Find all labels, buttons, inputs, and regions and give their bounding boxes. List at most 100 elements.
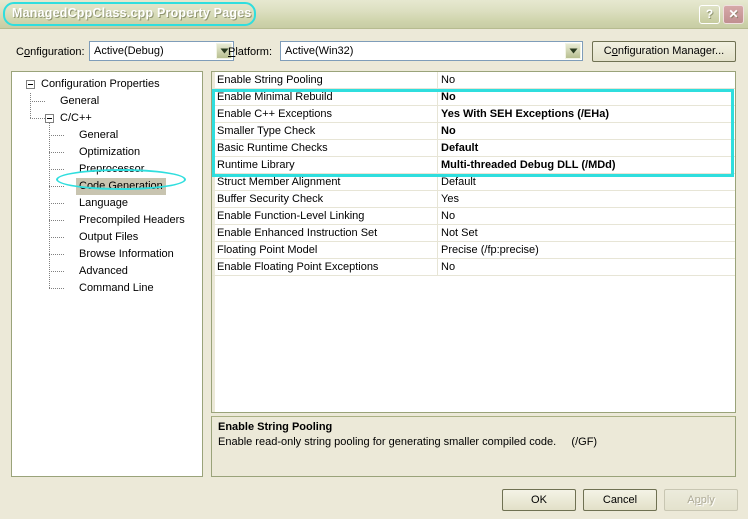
table-row[interactable]: Enable C++ Exceptions Yes With SEH Except… [212, 106, 735, 123]
table-row[interactable]: Enable Enhanced Instruction Set Not Set [212, 225, 735, 242]
table-row[interactable]: Basic Runtime Checks Default [212, 140, 735, 157]
config-manager-label-pre: C [603, 45, 612, 57]
property-name: Runtime Library [217, 159, 295, 171]
property-value[interactable]: No [441, 210, 455, 222]
column-divider [437, 72, 438, 88]
table-row[interactable]: Smaller Type Check No [212, 123, 735, 140]
tree-item-language[interactable]: Language [12, 195, 131, 212]
property-value[interactable]: No [441, 91, 456, 103]
tree-item-label: Output Files [79, 231, 139, 243]
property-value[interactable]: Not Set [441, 227, 478, 239]
column-divider [437, 89, 438, 105]
tree-item-preprocessor[interactable]: Preprocessor [12, 161, 147, 178]
title-bar[interactable]: ManagedCppClass.cpp Property Pages ? ✕ [0, 0, 748, 29]
row-gutter [212, 191, 215, 207]
property-value[interactable]: Default [441, 176, 476, 188]
property-name: Smaller Type Check [217, 125, 316, 137]
tree-item-label: Configuration Properties [41, 78, 160, 90]
property-value[interactable]: Yes With SEH Exceptions (/EHa) [441, 108, 609, 120]
property-grid[interactable]: Enable String Pooling No Enable Minimal Re… [211, 71, 736, 413]
tree-item-label: Browse Information [79, 248, 174, 260]
tree-item-precompiled-headers[interactable]: Precompiled Headers [12, 212, 188, 229]
column-divider [437, 157, 438, 173]
table-row[interactable]: Runtime Library Multi-threaded Debug DLL … [212, 157, 735, 174]
tree-item-label: Optimization [79, 146, 141, 158]
column-divider [437, 140, 438, 156]
tree-item-output-files[interactable]: Output Files [12, 229, 141, 246]
property-value[interactable]: Yes [441, 193, 459, 205]
tree-item-label: Language [79, 197, 128, 209]
property-name: Enable String Pooling [217, 74, 323, 86]
property-value[interactable]: No [441, 125, 456, 137]
tree-item-label: Code Generation [76, 178, 166, 195]
table-row[interactable]: Enable String Pooling No [212, 72, 735, 89]
row-gutter [212, 174, 215, 190]
ok-button[interactable]: OK [502, 489, 576, 511]
property-name: Buffer Security Check [217, 193, 324, 205]
property-name: Enable Enhanced Instruction Set [217, 227, 378, 239]
description-body: Enable read-only string pooling for gene… [218, 436, 598, 448]
table-row[interactable]: Enable Function-Level Linking No [212, 208, 735, 225]
tree-collapse-icon[interactable] [26, 80, 35, 89]
configuration-label-post: nfiguration: [30, 46, 85, 58]
tree-item-configuration-properties[interactable]: Configuration Properties [12, 76, 163, 93]
chevron-down-icon[interactable] [565, 43, 581, 59]
tree-item-browse-information[interactable]: Browse Information [12, 246, 177, 263]
config-manager-label-post: nfiguration Manager... [617, 45, 725, 57]
property-value[interactable]: Precise (/fp:precise) [441, 244, 539, 256]
property-value[interactable]: Default [441, 142, 478, 154]
close-icon[interactable]: ✕ [723, 5, 744, 24]
property-description-pane: Enable String Pooling Enable read-only s… [211, 416, 736, 477]
table-row[interactable]: Floating Point Model Precise (/fp:precise… [212, 242, 735, 259]
configuration-value: Active(Debug) [94, 45, 164, 57]
tree-item-label: General [79, 129, 119, 141]
property-pages-dialog: ManagedCppClass.cpp Property Pages ? ✕ C… [0, 0, 748, 519]
help-button[interactable]: ? [699, 5, 720, 24]
property-name: Enable Minimal Rebuild [217, 91, 333, 103]
tree-item-optimization[interactable]: Optimization [12, 144, 143, 161]
apply-label-post: ply [700, 494, 715, 506]
property-value[interactable]: Multi-threaded Debug DLL (/MDd) [441, 159, 616, 171]
table-row[interactable]: Struct Member Alignment Default [212, 174, 735, 191]
property-name: Enable C++ Exceptions [217, 108, 332, 120]
tree-item-label: C/C++ [60, 112, 92, 124]
tree-item-general[interactable]: General [12, 93, 102, 110]
tree-item-general[interactable]: General [12, 127, 121, 144]
platform-dropdown[interactable]: Active(Win32) [280, 41, 583, 61]
configuration-label-pre: C [16, 46, 24, 58]
row-gutter [212, 89, 215, 105]
configuration-dropdown[interactable]: Active(Debug) [89, 41, 234, 61]
row-gutter [212, 140, 215, 156]
column-divider [437, 259, 438, 275]
tree-item-label: Command Line [79, 282, 154, 294]
cancel-button[interactable]: Cancel [583, 489, 657, 511]
tree-item-command-line[interactable]: Command Line [12, 280, 157, 297]
column-divider [437, 208, 438, 224]
property-grid-empty-area [212, 276, 735, 412]
tree-item-label: Preprocessor [79, 163, 145, 175]
row-gutter [212, 106, 215, 122]
configuration-tree[interactable]: Configuration Properties General C/C++ Gene… [11, 71, 203, 477]
description-title: Enable String Pooling [218, 421, 333, 433]
tree-item-label: Advanced [79, 265, 128, 277]
property-value[interactable]: No [441, 261, 455, 273]
column-divider [437, 242, 438, 258]
property-value[interactable]: No [441, 74, 455, 86]
property-grid-rows: Enable String Pooling No Enable Minimal Re… [212, 72, 735, 412]
column-divider [437, 106, 438, 122]
tree-item-code-generation[interactable]: Code Generation [12, 178, 166, 195]
row-gutter [212, 259, 215, 275]
column-divider [437, 174, 438, 190]
table-row[interactable]: Enable Floating Point Exceptions No [212, 259, 735, 276]
table-row[interactable]: Enable Minimal Rebuild No [212, 89, 735, 106]
tree-item-label: Precompiled Headers [79, 214, 185, 226]
configuration-label: Configuration: [16, 46, 85, 58]
tree-collapse-icon[interactable] [45, 114, 54, 123]
apply-button[interactable]: Apply [664, 489, 738, 511]
configuration-manager-button[interactable]: Configuration Manager... [592, 41, 736, 62]
tree-item-advanced[interactable]: Advanced [12, 263, 131, 280]
tree-item-c-c[interactable]: C/C++ [12, 110, 95, 127]
page-title: ManagedCppClass.cpp Property Pages [12, 6, 252, 20]
column-divider [437, 225, 438, 241]
table-row[interactable]: Buffer Security Check Yes [212, 191, 735, 208]
